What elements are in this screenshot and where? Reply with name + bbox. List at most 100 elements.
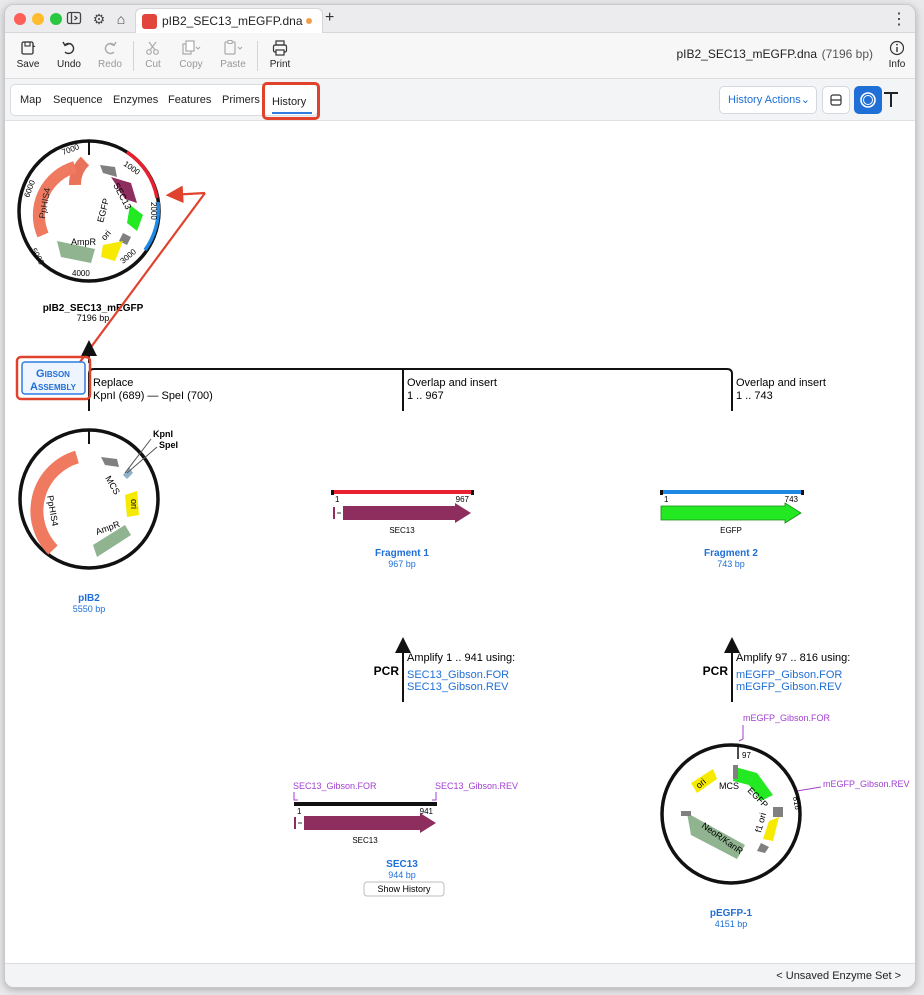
title-bar: ⚙ ⌂ pIB2_SEC13_mEGFP.dna + ⋮ (5, 5, 915, 33)
history-actions-dropdown[interactable]: History Actions ⌄ (719, 86, 817, 114)
pegfp-primer-for-label: mEGFP_Gibson.FOR (743, 713, 831, 723)
chevron-down-icon: ⌄ (800, 94, 810, 106)
print-button[interactable]: Print (260, 39, 300, 70)
paste-button[interactable]: Paste (213, 39, 253, 70)
save-icon (8, 39, 48, 57)
redo-icon (90, 39, 130, 57)
pcr1-label: PCR (374, 664, 400, 678)
operation-label-line2: Assembly (30, 381, 77, 393)
file-name: pIB2_SEC13_mEGFP.dna (676, 47, 817, 61)
pib2-size: 5550 bp (73, 604, 106, 614)
show-history-button[interactable]: Show History (363, 881, 445, 897)
save-button[interactable]: Save (8, 39, 48, 70)
cut-button[interactable]: Cut (133, 39, 173, 70)
fragment2-size: 743 bp (717, 559, 745, 569)
zoom-window-button[interactable] (50, 13, 62, 25)
file-size: (7196 bp) (821, 47, 873, 61)
tab-sequence[interactable]: Sequence (53, 94, 103, 106)
pcr1-primer-for: SEC13_Gibson.FOR (407, 669, 509, 681)
undo-icon (49, 39, 89, 57)
sec13-feature: SEC13 (352, 836, 378, 845)
tab-features[interactable]: Features (168, 94, 211, 106)
product-feature-ori: ori (99, 228, 113, 242)
sec13-primer-rev-label: SEC13_Gibson.REV (435, 781, 518, 791)
pib2-site-spei: SpeI (159, 440, 178, 450)
text-view-button[interactable] (878, 86, 906, 114)
printer-icon (260, 39, 300, 57)
copy-icon (171, 39, 211, 57)
new-tab-button[interactable]: + (325, 9, 334, 27)
pib2-name: pIB2 (78, 593, 100, 604)
snapgene-file-icon (142, 14, 157, 29)
fragment1-size: 967 bp (388, 559, 416, 569)
close-window-button[interactable] (14, 13, 26, 25)
sec13-name: SEC13 (386, 859, 418, 870)
sec13-start: 1 (297, 807, 302, 816)
tab-history-callout: History (262, 82, 320, 120)
branch2-detail: 1 .. 967 (407, 390, 444, 402)
fragment2-map[interactable]: 1 743 EGFP (660, 490, 804, 535)
view-tabs: Map Sequence Enzymes Features Primers Hi… (10, 82, 320, 120)
callout-arrow-to-map (165, 185, 206, 204)
status-bar: < Unsaved Enzyme Set > (5, 963, 915, 987)
pcr2-primer-rev: mEGFP_Gibson.REV (736, 681, 842, 693)
toolbar: Save Undo Redo Cut Copy Paste Print pIB2… (5, 33, 915, 79)
undo-button[interactable]: Undo (49, 39, 89, 70)
redo-button[interactable]: Redo (90, 39, 130, 70)
branch3-detail: 1 .. 743 (736, 390, 773, 402)
scissors-icon (133, 39, 173, 57)
pib2-plasmid-map[interactable]: KpnI SpeI MCS ori PpHIS4 AmpR (18, 428, 178, 570)
pib2-feature-pphis4: PpHIS4 (45, 495, 60, 527)
sidebar-toggle-icon[interactable] (65, 10, 83, 28)
sec13-primer-for-label: SEC13_Gibson.FOR (293, 781, 377, 791)
history-canvas: SEC13 EGFP PpHIS4 AmpR ori 1000 2000 300… (5, 122, 915, 962)
pegfp-size: 4151 bp (715, 919, 748, 929)
product-feature-egfp: EGFP (95, 197, 111, 223)
pegfp-start: 97 (742, 751, 751, 760)
tab-primers[interactable]: Primers (222, 94, 260, 106)
pegfp-plasmid-map[interactable]: mEGFP_Gibson.FOR mEGFP_Gibson.REV 97 816… (660, 713, 910, 885)
pib2-site-kpni: KpnI (153, 429, 173, 439)
fragment1-map[interactable]: 1 967 SEC13 (331, 490, 474, 535)
pcr2-title: Amplify 97 .. 816 using: (736, 652, 850, 664)
pegfp-primer-rev-label: mEGFP_Gibson.REV (823, 779, 910, 789)
home-icon[interactable]: ⌂ (112, 10, 130, 28)
pib2-feature-mcs: MCS (103, 474, 122, 496)
pib2-feature-ori: ori (129, 499, 139, 509)
fragment1-start: 1 (335, 495, 340, 504)
fragment1-name: Fragment 1 (375, 548, 429, 559)
history-actions-label: History Actions (728, 94, 801, 106)
document-tab[interactable]: pIB2_SEC13_mEGFP.dna (135, 8, 323, 33)
toolbar-separator (257, 41, 258, 71)
linear-view-button[interactable] (822, 86, 850, 114)
branch1-action: Replace (93, 377, 133, 389)
fragment2-start: 1 (664, 495, 669, 504)
fragment1-feature: SEC13 (389, 526, 415, 535)
product-plasmid-map[interactable]: SEC13 EGFP PpHIS4 AmpR ori 1000 2000 300… (17, 139, 161, 283)
copy-button[interactable]: Copy (171, 39, 211, 70)
pcr2-label: PCR (703, 664, 729, 678)
tab-map[interactable]: Map (20, 94, 41, 106)
info-icon (877, 39, 915, 57)
sec13-sequence-map[interactable]: SEC13_Gibson.FOR SEC13_Gibson.REV 1 941 … (293, 781, 518, 845)
pcr1-title: Amplify 1 .. 941 using: (407, 652, 515, 664)
tab-enzymes[interactable]: Enzymes (113, 94, 158, 106)
linear-map-icon (830, 94, 842, 106)
pegfp-feature-mcs: MCS (719, 781, 739, 791)
fragment2-end: 743 (785, 495, 799, 504)
info-button[interactable]: Info (877, 39, 915, 70)
pcr1-primer-rev: SEC13_Gibson.REV (407, 681, 509, 693)
operation-label-line1: Gibson (36, 368, 70, 380)
more-menu-button[interactable]: ⋮ (891, 9, 907, 29)
pegfp-end: 816 (791, 796, 802, 811)
branch1-detail: KpnI (689) — SpeI (700) (93, 390, 213, 402)
text-icon (884, 92, 898, 107)
product-tick-4000: 4000 (72, 269, 90, 278)
view-bar: Map Sequence Enzymes Features Primers Hi… (5, 79, 915, 121)
gear-icon[interactable]: ⚙ (90, 10, 108, 28)
minimize-window-button[interactable] (32, 13, 44, 25)
document-tab-title: pIB2_SEC13_mEGFP.dna (162, 14, 303, 28)
enzyme-set-selector[interactable]: < Unsaved Enzyme Set > (776, 970, 901, 982)
gibson-assembly-operation[interactable]: Gibson Assembly (15, 355, 92, 401)
tab-history[interactable]: History (272, 96, 306, 108)
